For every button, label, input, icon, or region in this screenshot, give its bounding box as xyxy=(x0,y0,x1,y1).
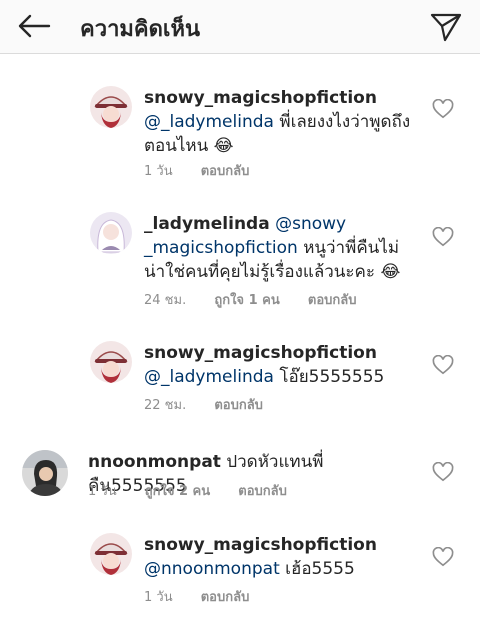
comment-text: หนูว่าพี่คืนไม่ xyxy=(303,238,400,258)
comment-username[interactable]: snowy_magicshopfiction xyxy=(144,535,377,555)
like-heart-icon[interactable] xyxy=(432,547,454,567)
comment-mention[interactable]: @nnoonmonpat xyxy=(144,559,280,579)
avatar[interactable] xyxy=(90,533,132,575)
reply-button[interactable]: ตอบกลับ xyxy=(201,590,250,605)
reply-button[interactable]: ตอบกลับ xyxy=(201,164,250,179)
comment-text: เฮ้อ5555 xyxy=(285,559,355,579)
back-button[interactable] xyxy=(14,8,54,44)
comment-text: โอ๊ย5555555 xyxy=(279,367,385,387)
comment-text: ตอนไหน 😂 xyxy=(144,136,234,156)
paper-plane-icon xyxy=(430,13,462,42)
comment-timestamp: 1 วัน xyxy=(144,164,173,179)
comment-mention[interactable]: _magicshopfiction xyxy=(144,238,298,258)
comment-timestamp: 1 วัน xyxy=(88,484,117,499)
reply-button[interactable]: ตอบกลับ xyxy=(238,484,287,499)
avatar[interactable] xyxy=(90,341,132,383)
comment-timestamp: 22 ชม. xyxy=(144,398,187,413)
direct-message-button[interactable] xyxy=(426,8,466,46)
comment-mention[interactable]: @_ladymelinda xyxy=(144,112,274,132)
reply-button[interactable]: ตอบกลับ xyxy=(214,398,263,413)
avatar[interactable] xyxy=(90,212,132,254)
comment-text: น่าใช่คนที่คุยไม่รู้เรื่องแล้วนะคะ 😂 xyxy=(144,262,401,282)
like-heart-icon[interactable] xyxy=(432,99,454,119)
comment-mention[interactable]: @_ladymelinda xyxy=(144,367,274,387)
comment-username[interactable]: _ladymelinda xyxy=(144,214,270,234)
likes-count[interactable]: ถูกใจ 1 คน xyxy=(214,293,279,308)
comment-timestamp: 24 ชม. xyxy=(144,293,187,308)
comment-mention[interactable]: @snowy xyxy=(275,214,346,234)
avatar[interactable] xyxy=(22,450,68,496)
comment-username[interactable]: nnoonmonpat xyxy=(88,452,221,472)
comment-timestamp: 1 วัน xyxy=(144,590,173,605)
comment-text: พี่เลยงงไงว่าพูดถึง xyxy=(279,112,411,132)
comment-username[interactable]: snowy_magicshopfiction xyxy=(144,88,377,108)
reply-button[interactable]: ตอบกลับ xyxy=(308,293,357,308)
like-heart-icon[interactable] xyxy=(432,462,454,482)
top-bar: ความคิดเห็น xyxy=(0,0,480,54)
page-title: ความคิดเห็น xyxy=(80,17,200,42)
back-arrow-icon xyxy=(18,14,51,38)
comment-username[interactable]: snowy_magicshopfiction xyxy=(144,343,377,363)
like-heart-icon[interactable] xyxy=(432,355,454,375)
like-heart-icon[interactable] xyxy=(432,227,454,247)
avatar[interactable] xyxy=(90,86,132,128)
likes-count[interactable]: ถูกใจ 2 คน xyxy=(145,484,210,499)
